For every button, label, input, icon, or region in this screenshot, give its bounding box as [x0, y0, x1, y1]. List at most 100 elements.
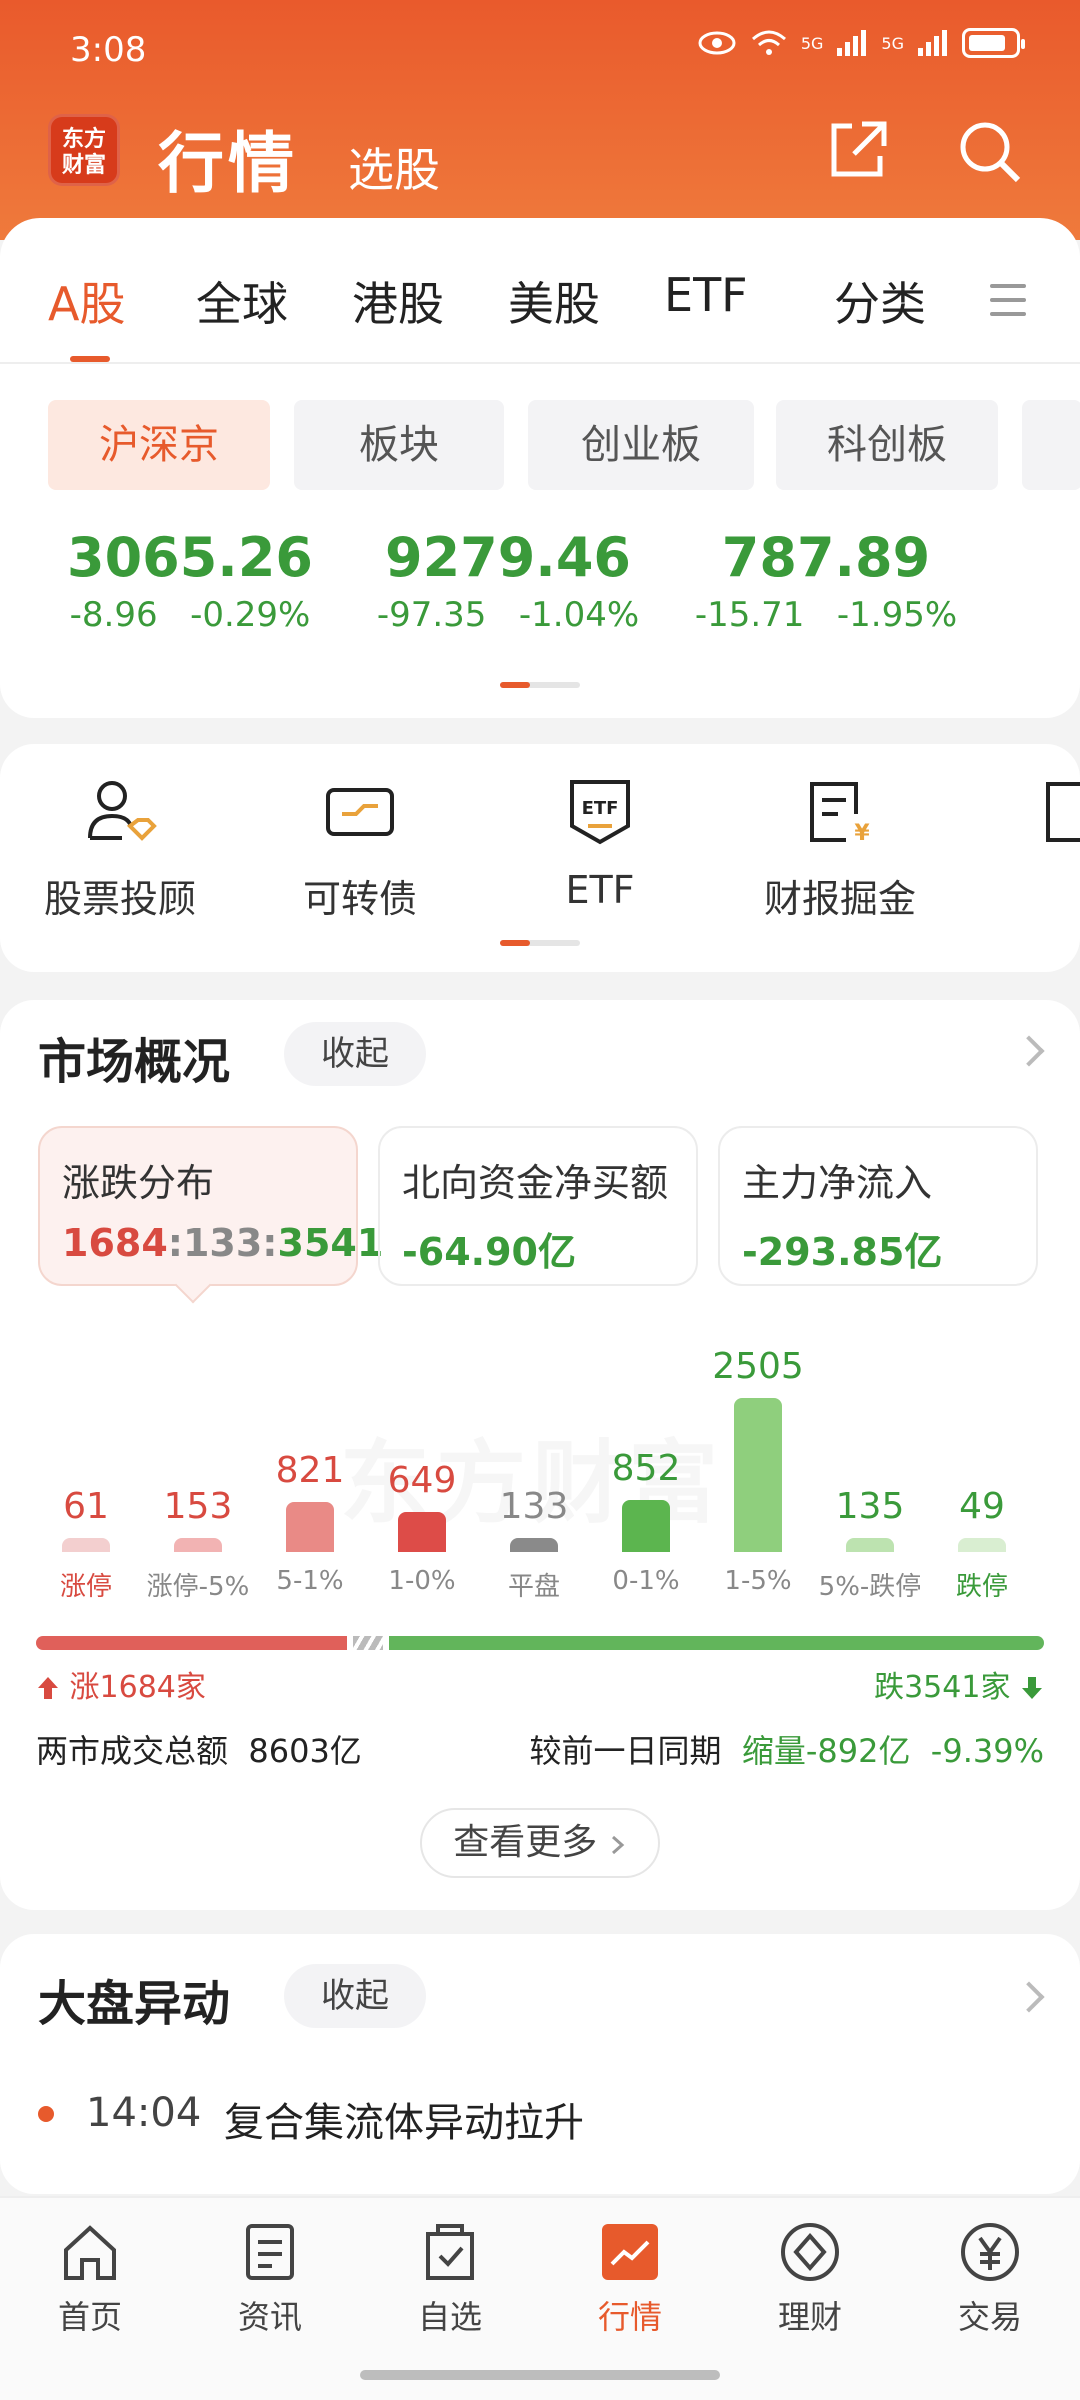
feature-label: ETF [565, 868, 635, 912]
report-icon [1046, 782, 1080, 842]
wealth-icon [781, 2223, 839, 2281]
stat-value: -293.85亿 [742, 1230, 943, 1274]
chip-chinext[interactable]: 创业板 [528, 400, 754, 490]
down-count: 跌3541家 [874, 1662, 1044, 1706]
index-card[interactable]: 3065.26 -8.96 -0.29% [40, 526, 340, 635]
stat-value: 1684:133:3541 [62, 1221, 384, 1265]
nav-market[interactable]: 行情 [570, 2220, 690, 2338]
chevron-right-icon[interactable] [1013, 1981, 1045, 2013]
distribution-column[interactable]: 821 5-1% [254, 1330, 366, 1610]
collapse-button[interactable]: 收起 [284, 1964, 426, 2028]
nav-home[interactable]: 首页 [30, 2220, 150, 2338]
stat-advance-decline[interactable]: 涨跌分布 1684:133:3541 [38, 1126, 384, 1286]
view-more-button[interactable]: 查看更多 [420, 1808, 660, 1878]
arrow-down-icon [1022, 1677, 1042, 1699]
nav-wealth[interactable]: 理财 [750, 2220, 870, 2338]
stat-main-inflow[interactable]: 主力净流入 -293.85亿 [718, 1126, 1038, 1286]
feature-advisor[interactable]: 股票投顾 [10, 774, 230, 923]
market-tabs-card: A股 全球 港股 美股 ETF 分类 沪深京 板块 创业板 科创板 3065.2… [0, 218, 1080, 718]
share-icon[interactable] [822, 116, 892, 186]
distribution-count: 2505 [712, 1346, 804, 1387]
signal-icon [918, 30, 948, 56]
distribution-bar [62, 1538, 110, 1552]
stat-northbound[interactable]: 北向资金净买额 -64.90亿 [378, 1126, 698, 1286]
arrow-up-icon [38, 1677, 58, 1699]
news-icon [246, 2224, 294, 2280]
volume-compare: 较前一日同期 缩量-892亿 -9.39% [529, 1732, 1044, 1770]
distribution-bar [622, 1500, 670, 1552]
distribution-column[interactable]: 61 涨停 [30, 1330, 142, 1610]
feature-label: 可转债 [302, 877, 417, 921]
divider [0, 362, 1080, 364]
chip-shsz[interactable]: 沪深京 [48, 400, 270, 490]
index-value: 3065.26 [67, 526, 313, 589]
tab-a-shares[interactable]: A股 [48, 268, 125, 334]
network-label: 5G [881, 33, 904, 53]
distribution-column[interactable]: 649 1-0% [366, 1330, 478, 1610]
distribution-bar [958, 1538, 1006, 1552]
distribution-count: 649 [387, 1460, 457, 1501]
nav-label: 自选 [417, 2298, 482, 2336]
distribution-column[interactable]: 135 5%-跌停 [814, 1330, 926, 1610]
logo-line: 财富 [61, 153, 106, 178]
eye-icon [698, 31, 736, 55]
chip-sector[interactable]: 板块 [294, 400, 504, 490]
distribution-label: 0-1% [612, 1566, 680, 1596]
distribution-column[interactable]: 852 0-1% [590, 1330, 702, 1610]
mover-text[interactable]: 复合集流体异动拉升 [224, 2090, 584, 2148]
index-value: 9279.46 [385, 526, 631, 589]
feature-more[interactable] [1034, 774, 1080, 854]
distribution-column[interactable]: 2505 1-5% [702, 1330, 814, 1610]
menu-icon[interactable] [990, 284, 1026, 326]
distribution-count: 852 [611, 1448, 681, 1489]
search-icon[interactable] [954, 116, 1024, 186]
distribution-count: 821 [275, 1450, 345, 1491]
feature-pager [500, 940, 580, 946]
tab-us[interactable]: 美股 [508, 268, 600, 334]
stock-picker-link[interactable]: 选股 [348, 134, 440, 200]
chevron-right-icon [611, 1835, 624, 1855]
nav-watchlist[interactable]: 自选 [390, 2220, 510, 2338]
section-title: 大盘异动 [38, 1976, 231, 2032]
nav-label: 资讯 [237, 2298, 302, 2336]
chevron-right-icon[interactable] [1013, 1035, 1045, 1067]
feature-etf[interactable]: ETF ETF [490, 774, 710, 912]
feature-earnings[interactable]: ¥ 财报掘金 [730, 774, 950, 923]
chip-star[interactable]: 科创板 [776, 400, 998, 490]
distribution-column[interactable]: 49 跌停 [926, 1330, 1038, 1610]
feature-convertible[interactable]: 可转债 [250, 774, 470, 923]
tab-global[interactable]: 全球 [196, 268, 288, 334]
nav-trade[interactable]: 交易 [930, 2220, 1050, 2338]
trade-yen-icon [961, 2223, 1019, 2281]
stat-label: 涨跌分布 [62, 1161, 215, 1205]
nav-label: 首页 [57, 2298, 122, 2336]
chip-more[interactable] [1022, 400, 1080, 490]
section-title: 市场概况 [38, 1034, 231, 1090]
tab-category[interactable]: 分类 [834, 268, 926, 334]
app-logo[interactable]: 东方 财富 [48, 114, 120, 186]
turnover: 两市成交总额 8603亿 [36, 1732, 362, 1770]
index-card[interactable]: 787.89 -15.71 -1.95% [676, 526, 976, 635]
index-card[interactable]: 9279.46 -97.35 -1.04% [358, 526, 658, 635]
distribution-bar [398, 1512, 446, 1552]
tab-etf[interactable]: ETF [664, 268, 748, 322]
market-tabs: A股 全球 港股 美股 ETF 分类 [0, 268, 1080, 348]
home-indicator[interactable] [360, 2370, 720, 2380]
ratio-flat-segment [353, 1636, 383, 1650]
wifi-icon [751, 30, 786, 55]
index-change: -97.35 -1.04% [376, 595, 640, 635]
status-time: 3:08 [70, 30, 147, 70]
feature-label: 股票投顾 [43, 877, 196, 921]
nav-label: 交易 [957, 2298, 1022, 2336]
nav-news[interactable]: 资讯 [210, 2220, 330, 2338]
signal-icon [837, 30, 867, 56]
market-movers-card: 大盘异动 收起 14:04 复合集流体异动拉升 [0, 1934, 1080, 2194]
tab-hk[interactable]: 港股 [352, 268, 444, 334]
app-header: 东方 财富 行情 选股 [0, 100, 1080, 220]
distribution-column[interactable]: 133 平盘 [478, 1330, 590, 1610]
distribution-label: 涨停 [59, 1572, 112, 1602]
collapse-button[interactable]: 收起 [284, 1022, 426, 1086]
distribution-column[interactable]: 153 涨停-5% [142, 1330, 254, 1610]
distribution-count: 153 [163, 1486, 233, 1527]
ratio-up-segment [36, 1636, 347, 1650]
